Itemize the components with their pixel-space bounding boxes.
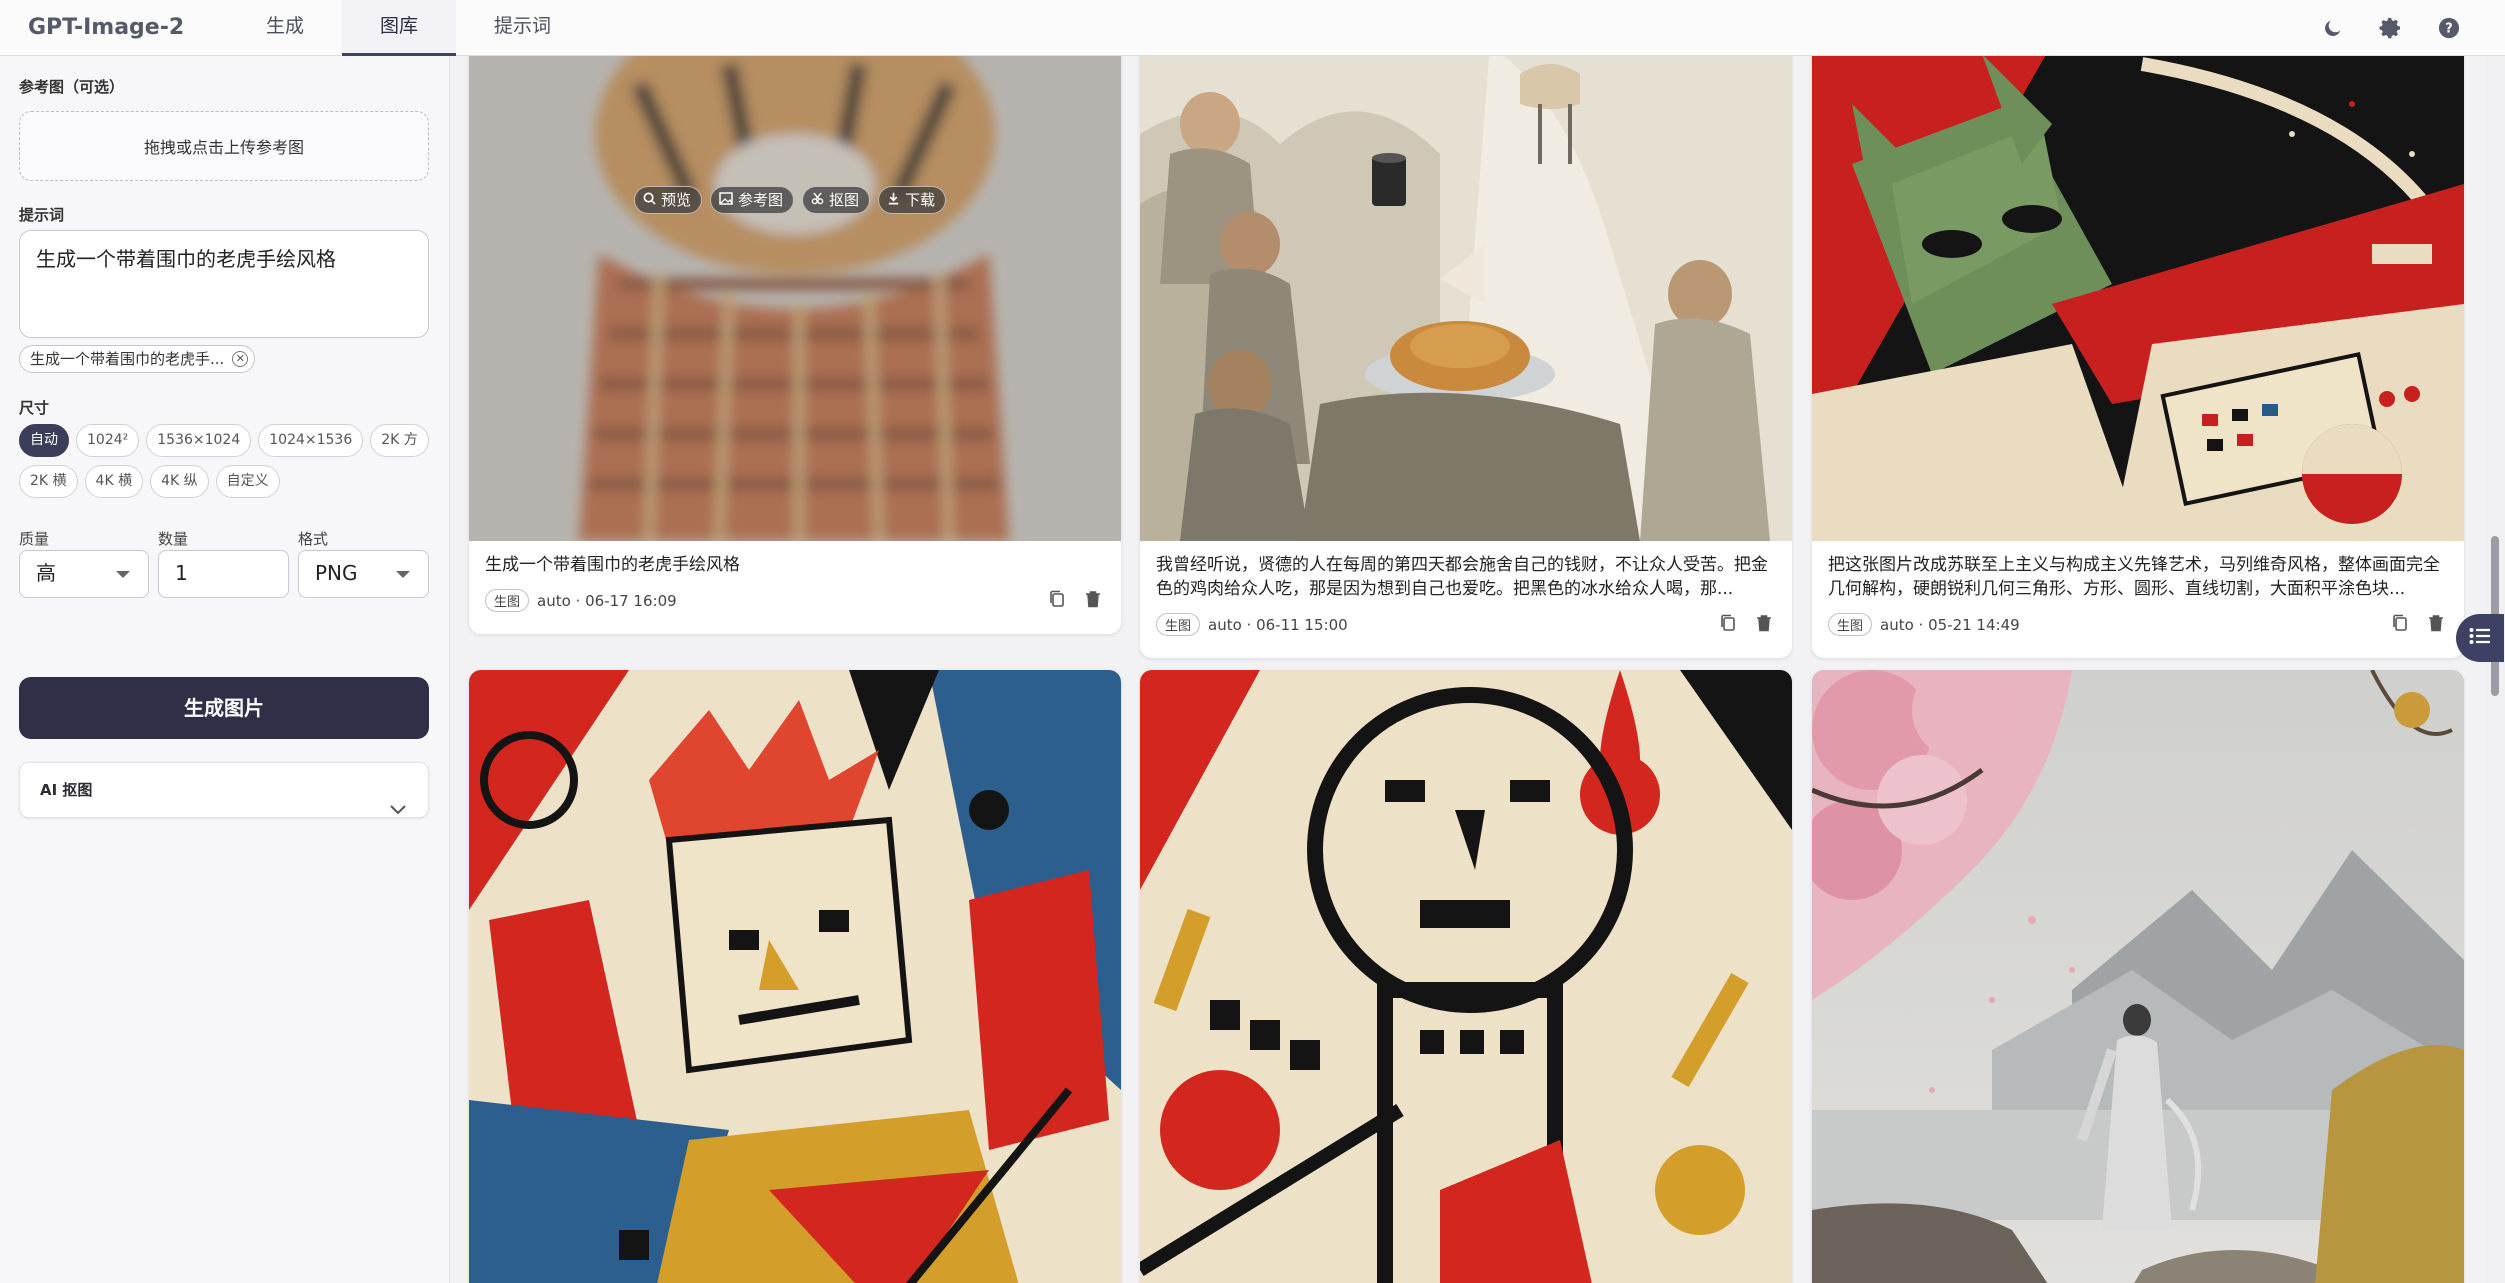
card-image-constructivist-cat[interactable] bbox=[1812, 56, 2464, 541]
card-caption: 把这张图片改成苏联至上主义与构成主义先锋艺术，马列维奇风格，整体画面完全几何解构… bbox=[1828, 555, 2440, 599]
gallery-grid: 预览 参考图 抠图 下载 生成一个带着围巾的老虎手绘风格 生图 auto · 0… bbox=[451, 56, 2485, 1283]
quality-value: 高 bbox=[36, 561, 56, 585]
card-image-constructivist-face[interactable] bbox=[469, 670, 1121, 1283]
card-meta: auto · 06-11 15:00 bbox=[1208, 615, 1348, 634]
format-label: 格式 bbox=[298, 530, 329, 548]
card-caption: 生成一个带着围巾的老虎手绘风格 bbox=[485, 555, 740, 575]
size-option-4k-landscape[interactable]: 4K 横 bbox=[84, 465, 144, 498]
cutout-button[interactable]: 抠图 bbox=[802, 186, 871, 214]
gallery-card[interactable] bbox=[1140, 670, 1792, 1283]
image-icon bbox=[719, 187, 733, 213]
size-option-4k-portrait[interactable]: 4K 纵 bbox=[150, 465, 209, 498]
image-hover-actions: 预览 参考图 抠图 下载 bbox=[634, 186, 947, 214]
caret-down-icon bbox=[396, 571, 410, 578]
caret-down-icon bbox=[116, 571, 130, 578]
card-image-tiger[interactable] bbox=[469, 56, 1121, 541]
gear-icon[interactable] bbox=[2375, 12, 2407, 44]
size-option-2k-square[interactable]: 2K 方 bbox=[370, 424, 429, 457]
sidebar: 参考图（可选） 拖拽或点击上传参考图 提示词 生成一个带着围巾的老虎手绘风格 生… bbox=[0, 56, 450, 1283]
card-meta: auto · 05-21 14:49 bbox=[1880, 615, 2020, 634]
moon-icon[interactable] bbox=[2317, 12, 2349, 44]
size-option-custom[interactable]: 自定义 bbox=[215, 465, 280, 498]
reference-upload-dropzone[interactable]: 拖拽或点击上传参考图 bbox=[19, 111, 429, 181]
tab-gallery[interactable]: 图库 bbox=[342, 0, 457, 56]
card-image-constructivist-robot[interactable] bbox=[1140, 670, 1792, 1283]
prompt-history-chip[interactable]: 生成一个带着围巾的老虎手... ✕ bbox=[19, 345, 256, 373]
use-as-reference-button[interactable]: 参考图 bbox=[710, 186, 795, 214]
trash-icon[interactable] bbox=[1085, 590, 1101, 612]
card-image-feast[interactable] bbox=[1140, 56, 1792, 541]
gallery-card[interactable]: 预览 参考图 抠图 下载 生成一个带着围巾的老虎手绘风格 生图 auto · 0… bbox=[469, 56, 1121, 634]
svg-text:?: ? bbox=[2445, 22, 2452, 37]
ai-cutout-label: AI 抠图 bbox=[40, 781, 93, 799]
generate-button[interactable]: 生成图片 bbox=[19, 677, 429, 739]
close-icon[interactable]: ✕ bbox=[232, 351, 249, 367]
size-option-1024-square[interactable]: 1024² bbox=[76, 424, 140, 457]
reference-label: 参考图（可选） bbox=[19, 78, 125, 96]
app-title: GPT-Image-2 bbox=[28, 15, 185, 40]
card-image-blossom-swordsman[interactable] bbox=[1812, 670, 2464, 1283]
format-value: PNG bbox=[315, 561, 358, 585]
count-input[interactable]: 1 bbox=[158, 550, 289, 598]
download-icon bbox=[887, 187, 900, 213]
size-label: 尺寸 bbox=[19, 399, 50, 417]
format-select[interactable]: PNG bbox=[298, 550, 429, 598]
gallery-card[interactable] bbox=[469, 670, 1121, 1283]
gallery-scrollbar[interactable] bbox=[2485, 56, 2505, 1283]
main-tabs: 生成 图库 提示词 bbox=[228, 0, 589, 56]
copy-icon[interactable] bbox=[2392, 614, 2408, 636]
gallery-card[interactable] bbox=[1812, 670, 2464, 1283]
list-toggle-button[interactable] bbox=[2456, 614, 2504, 662]
copy-icon[interactable] bbox=[1049, 590, 1065, 612]
size-option-1536x1024[interactable]: 1536×1024 bbox=[146, 424, 252, 457]
card-caption: 我曾经听说，贤德的人在每周的第四天都会施舍自己的钱财，不让众人受苦。把金色的鸡肉… bbox=[1156, 555, 1768, 599]
size-option-1024x1536[interactable]: 1024×1536 bbox=[258, 424, 364, 457]
size-option-auto[interactable]: 自动 bbox=[19, 424, 69, 457]
scissors-icon bbox=[811, 187, 824, 213]
size-option-2k-landscape[interactable]: 2K 横 bbox=[19, 465, 78, 498]
trash-icon[interactable] bbox=[1756, 614, 1772, 636]
list-icon bbox=[2469, 627, 2491, 649]
ai-cutout-panel[interactable]: AI 抠图 bbox=[19, 762, 429, 818]
chevron-down-icon bbox=[390, 783, 406, 837]
help-icon[interactable]: ? bbox=[2433, 12, 2465, 44]
prompt-input[interactable]: 生成一个带着围巾的老虎手绘风格 bbox=[19, 230, 429, 338]
quality-label: 质量 bbox=[19, 530, 50, 548]
card-meta: auto · 06-17 16:09 bbox=[537, 591, 677, 610]
prompt-label: 提示词 bbox=[19, 206, 65, 224]
count-label: 数量 bbox=[158, 530, 189, 548]
gallery-card[interactable]: 把这张图片改成苏联至上主义与构成主义先锋艺术，马列维奇风格，整体画面完全几何解构… bbox=[1812, 56, 2464, 658]
search-icon bbox=[643, 187, 656, 213]
quality-select[interactable]: 高 bbox=[19, 550, 149, 598]
preview-button[interactable]: 预览 bbox=[634, 186, 703, 214]
card-badge: 生图 bbox=[1828, 613, 1873, 636]
tab-prompts[interactable]: 提示词 bbox=[456, 0, 589, 56]
trash-icon[interactable] bbox=[2428, 614, 2444, 636]
gallery-card[interactable]: 我曾经听说，贤德的人在每周的第四天都会施舍自己的钱财，不让众人受苦。把金色的鸡肉… bbox=[1140, 56, 1792, 658]
copy-icon[interactable] bbox=[1720, 614, 1736, 636]
card-badge: 生图 bbox=[1156, 613, 1201, 636]
prompt-chip-text: 生成一个带着围巾的老虎手... bbox=[30, 350, 225, 368]
download-button[interactable]: 下载 bbox=[878, 186, 947, 214]
top-bar: GPT-Image-2 生成 图库 提示词 ? bbox=[0, 0, 2505, 56]
card-badge: 生图 bbox=[485, 589, 530, 612]
tab-generate[interactable]: 生成 bbox=[228, 0, 342, 56]
